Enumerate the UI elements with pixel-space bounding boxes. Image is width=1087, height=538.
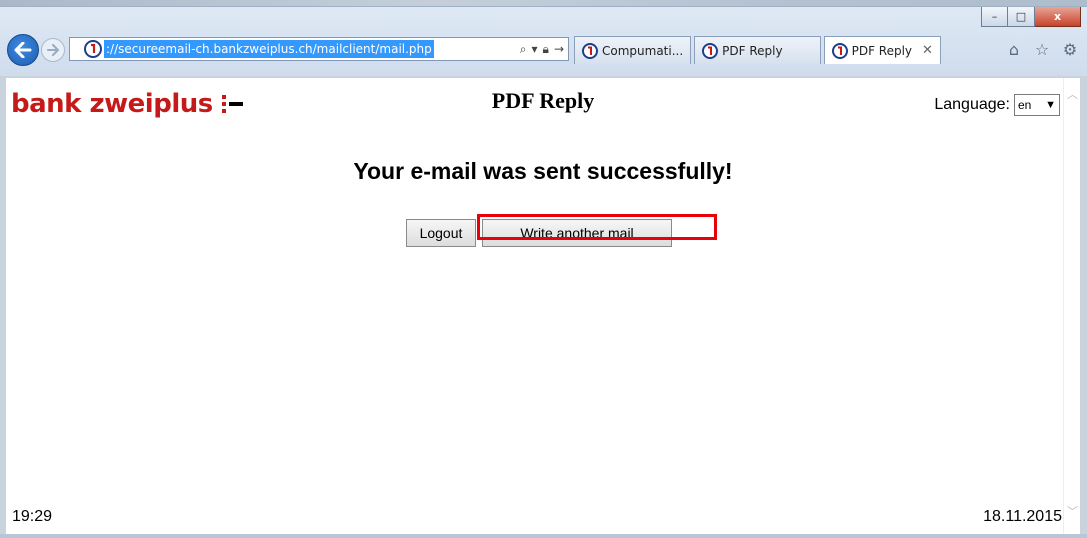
dropdown-icon[interactable]: ▾: [532, 42, 538, 56]
arrow-left-icon: [14, 42, 32, 58]
action-buttons: Logout Write another mail: [406, 219, 672, 247]
tab-pdf-reply-active[interactable]: PDF Reply ✕: [823, 36, 941, 64]
close-button[interactable]: x: [1035, 7, 1081, 27]
lock-icon[interactable]: 🔒︎: [543, 42, 549, 57]
window-bottom-edge: [0, 534, 1087, 538]
site-favicon-icon: [831, 42, 848, 59]
language-value: en: [1018, 98, 1032, 112]
scroll-down-icon[interactable]: ﹀: [1066, 503, 1079, 518]
address-bar[interactable]: ://secureemail-ch.bankzweiplus.ch/mailcl…: [69, 37, 569, 61]
logout-button[interactable]: Logout: [406, 219, 476, 247]
language-select[interactable]: en ▼: [1014, 94, 1060, 116]
tab-strip: Compumati... PDF Reply PDF Reply ✕: [574, 36, 941, 64]
language-label: Language:: [934, 96, 1010, 113]
maximize-button[interactable]: □: [1008, 7, 1035, 27]
tab-close-icon[interactable]: ✕: [922, 43, 933, 58]
toolbar-icons: ⌂ ☆ ⚙: [1005, 40, 1079, 59]
go-arrow-icon[interactable]: →: [554, 42, 564, 56]
scroll-up-icon[interactable]: ︿: [1066, 86, 1079, 101]
tab-label: PDF Reply: [851, 43, 913, 58]
site-favicon-icon: [582, 42, 598, 59]
page-content: bank zweiplus PDF Reply Language: en ▼ Y…: [6, 78, 1080, 534]
vertical-scrollbar[interactable]: ︿ ﹀: [1063, 78, 1080, 534]
home-icon[interactable]: ⌂: [1005, 40, 1023, 59]
arrow-right-icon: [47, 44, 59, 56]
time-display: 19:29: [12, 508, 53, 525]
site-favicon-icon: [84, 40, 102, 58]
tab-compumatica[interactable]: Compumati...: [574, 36, 692, 64]
address-tools: ⌕ ▾ 🔒︎ →: [520, 42, 564, 57]
window-controls: – □ x: [981, 7, 1081, 27]
success-message: Your e-mail was sent successfully!: [353, 158, 733, 184]
site-favicon-icon: [702, 42, 719, 59]
minimize-button[interactable]: –: [981, 7, 1008, 27]
tab-pdf-reply[interactable]: PDF Reply: [694, 36, 821, 64]
favorites-star-icon[interactable]: ☆: [1033, 40, 1051, 59]
page-title: PDF Reply: [491, 88, 595, 113]
write-another-mail-button[interactable]: Write another mail: [482, 219, 672, 247]
search-icon[interactable]: ⌕: [520, 42, 527, 57]
back-button[interactable]: [7, 34, 39, 66]
settings-gear-icon[interactable]: ⚙: [1061, 40, 1079, 59]
forward-button[interactable]: [41, 38, 65, 62]
url-text[interactable]: ://secureemail-ch.bankzweiplus.ch/mailcl…: [104, 40, 434, 58]
date-display: 18.11.2015: [983, 508, 1062, 525]
language-selector: Language: en ▼: [934, 94, 1060, 116]
chevron-down-icon: ▼: [1045, 99, 1056, 111]
tab-label: PDF Reply: [722, 43, 783, 58]
tab-label: Compumati...: [602, 43, 684, 58]
